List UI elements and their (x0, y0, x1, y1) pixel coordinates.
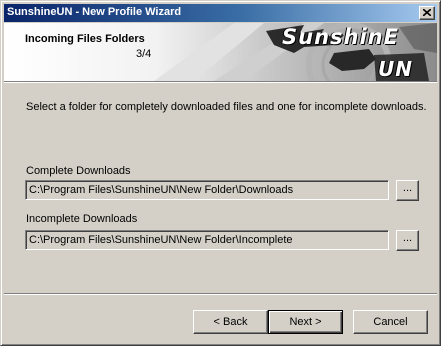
complete-downloads-label: Complete Downloads (26, 165, 131, 177)
window-title: SunshineUN - New Profile Wizard (7, 6, 182, 18)
instruction-text: Select a folder for completely downloade… (26, 101, 427, 113)
close-icon (423, 9, 431, 16)
complete-browse-button[interactable]: ... (396, 180, 419, 201)
incomplete-browse-button[interactable]: ... (396, 230, 419, 251)
footer-divider (4, 293, 437, 295)
page-title: Incoming Files Folders (25, 33, 145, 45)
logo-text: SunshinE (282, 25, 399, 49)
title-bar[interactable]: SunshineUN - New Profile Wizard (4, 4, 437, 22)
step-indicator: 3/4 (136, 48, 152, 60)
logo-subtext: UN (378, 57, 413, 81)
close-button[interactable] (419, 6, 435, 20)
complete-downloads-field[interactable]: C:\Program Files\SunshineUN\New Folder\D… (25, 180, 389, 200)
incomplete-downloads-field[interactable]: C:\Program Files\SunshineUN\New Folder\I… (25, 230, 389, 250)
incomplete-downloads-label: Incomplete Downloads (26, 213, 138, 225)
wizard-window: SunshineUN - New Profile Wizard SunshinE… (0, 0, 441, 346)
next-button[interactable]: Next > (268, 310, 343, 334)
back-button[interactable]: < Back (193, 310, 268, 334)
cancel-button[interactable]: Cancel (353, 310, 428, 334)
wizard-header: SunshinE UN Incoming Files Folders 3/4 (4, 23, 437, 81)
header-divider (4, 81, 437, 83)
